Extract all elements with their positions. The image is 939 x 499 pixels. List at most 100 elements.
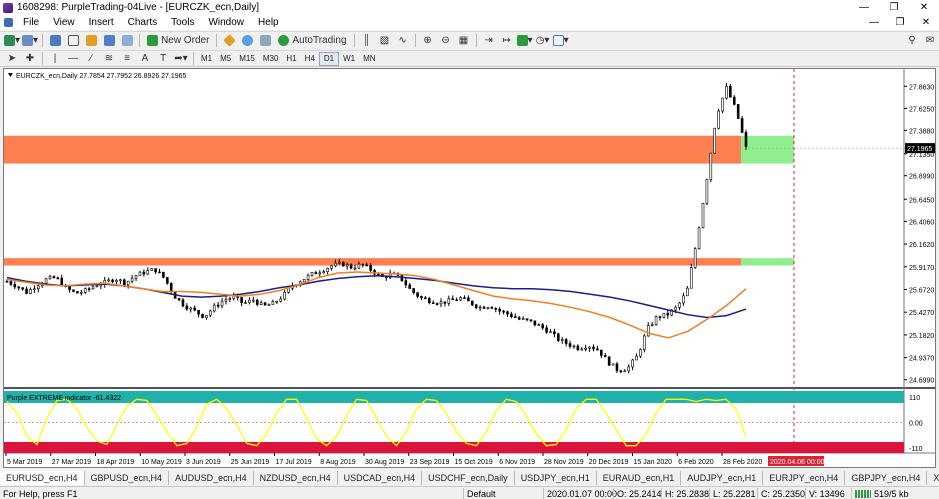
tab-usdchf[interactable]: USDCHF_ecn,Daily: [422, 470, 515, 485]
tab-eurjpy[interactable]: EURJPY_ecn,H4: [763, 470, 846, 485]
templates-icon[interactable]: ▾: [552, 33, 569, 48]
candle-body: [588, 346, 591, 349]
candle-body: [169, 283, 173, 292]
timeframe-h4[interactable]: H4: [301, 52, 319, 66]
tab-gbpusd[interactable]: GBPUSD_ecn,H4: [85, 470, 170, 485]
candle-body: [318, 272, 322, 275]
terminal-icon[interactable]: [101, 33, 117, 48]
line-chart-icon[interactable]: ∿: [395, 33, 411, 48]
tab-gbpjpy[interactable]: GBPJPY_ecn,H4: [845, 470, 928, 485]
tab-audusd[interactable]: AUDUSD_ecn,H4: [169, 470, 254, 485]
tab-euraud[interactable]: EURAUD_ecn,H1: [597, 470, 682, 485]
candle-body: [275, 300, 279, 303]
status-datetime: 2020.01.07 00:00: [543, 488, 617, 499]
candle-body: [451, 298, 455, 301]
price-tick-label: 26.6450: [909, 197, 934, 204]
bar-chart-icon[interactable]: ║: [359, 33, 375, 48]
cursor-icon[interactable]: ➤: [4, 51, 20, 66]
candle-body: [502, 310, 505, 313]
data-window-icon[interactable]: [65, 33, 81, 48]
candle-body: [322, 271, 326, 274]
candle-body: [142, 271, 146, 275]
menu-help[interactable]: Help: [251, 17, 286, 28]
candle-body: [338, 261, 341, 264]
fibonacci-icon[interactable]: ≡: [119, 51, 135, 66]
chat-icon[interactable]: ✉: [922, 33, 938, 48]
chart-window-icon[interactable]: [1, 15, 15, 30]
navigator-icon[interactable]: [83, 33, 99, 48]
menu-file[interactable]: File: [16, 17, 46, 28]
periods-icon[interactable]: ◷▾: [535, 33, 551, 48]
profiles-icon[interactable]: ▾: [22, 33, 38, 48]
candle-body: [560, 339, 564, 341]
mdi-restore-icon[interactable]: ❐: [887, 17, 913, 28]
timeframe-m1[interactable]: M1: [197, 52, 216, 66]
close-icon[interactable]: ✕: [909, 0, 939, 15]
candle-body: [646, 325, 650, 337]
menu-charts[interactable]: Charts: [121, 17, 164, 28]
minimize-icon[interactable]: —: [849, 0, 879, 15]
tab-usdcad[interactable]: USDCAD_ecn,H4: [338, 470, 423, 485]
zoom-out-icon[interactable]: ⊖: [438, 33, 454, 48]
candlestick-icon[interactable]: ▧: [377, 33, 393, 48]
menu-insert[interactable]: Insert: [82, 17, 121, 28]
status-high: H: 25.2838: [661, 488, 709, 499]
label-icon[interactable]: T: [155, 51, 171, 66]
timeframe-m30[interactable]: M30: [259, 52, 283, 66]
tab-audjpy[interactable]: AUDJPY_ecn,H1: [681, 470, 764, 485]
strategy-tester-icon[interactable]: [119, 33, 135, 48]
signals-icon[interactable]: [239, 33, 255, 48]
new-chart-icon[interactable]: ▾: [4, 33, 20, 48]
channel-icon[interactable]: ≋: [101, 51, 117, 66]
zoom-in-icon[interactable]: ⊕: [420, 33, 436, 48]
candle-body: [533, 320, 537, 326]
menu-tools[interactable]: Tools: [164, 17, 201, 28]
candle-body: [259, 302, 263, 305]
tab-nzdusd[interactable]: NZDUSD_ecn,H4: [254, 470, 338, 485]
new-order-button[interactable]: New Order: [144, 33, 212, 48]
standard-toolbar: ▾ ▾ New Order AutoTrading ║ ▧ ∿ ⊕ ⊖ ▦ ⇥ …: [0, 31, 939, 49]
status-connection[interactable]: 519/5 kb: [851, 488, 909, 499]
timeframe-mn[interactable]: MN: [359, 52, 379, 66]
maximize-icon[interactable]: ❐: [879, 0, 909, 15]
trendline-icon[interactable]: ∕: [83, 51, 99, 66]
mdi-minimize-icon[interactable]: —: [861, 17, 887, 28]
timeframe-m15[interactable]: M15: [235, 52, 259, 66]
timeframe-m5[interactable]: M5: [216, 52, 235, 66]
price-tick-label: 24.9370: [909, 356, 934, 363]
candle-body: [729, 86, 732, 98]
timeframe-d1[interactable]: D1: [318, 51, 340, 66]
status-profile[interactable]: Default: [463, 488, 496, 499]
market-watch-icon[interactable]: [47, 33, 63, 48]
price-chart[interactable]: 27.863027.625027.388027.135026.899026.64…: [4, 69, 935, 467]
horizontal-line-icon[interactable]: —: [65, 51, 81, 66]
connection-bars-icon: [855, 489, 871, 498]
candle-body: [744, 132, 748, 147]
timeframe-h1[interactable]: H1: [282, 52, 300, 66]
vps-icon[interactable]: [257, 33, 273, 48]
search-icon[interactable]: ⚲: [904, 33, 920, 48]
tab-eurusd[interactable]: EURUSD_ecn,H4: [0, 470, 85, 485]
candle-body: [615, 363, 619, 372]
crosshair-icon[interactable]: ✚: [22, 51, 38, 66]
menu-view[interactable]: View: [46, 17, 82, 28]
tab-xauusd[interactable]: XAUUSD_ecn,H1: [927, 471, 939, 485]
candle-body: [682, 295, 685, 304]
autotrading-button[interactable]: AutoTrading: [275, 33, 349, 48]
candle-body: [443, 301, 447, 304]
chart-shift-icon[interactable]: ↦: [499, 33, 515, 48]
chart-window[interactable]: 27.8630 27.6250 27.3880 27.1350 26.8990 26.64…: [3, 68, 936, 468]
candle-body: [134, 275, 138, 279]
auto-scroll-icon[interactable]: ⇥: [481, 33, 497, 48]
vertical-line-icon[interactable]: |: [47, 51, 63, 66]
mdi-close-icon[interactable]: ✕: [913, 17, 939, 28]
candle-body: [201, 313, 204, 318]
timeframe-w1[interactable]: W1: [339, 52, 359, 66]
menu-window[interactable]: Window: [201, 17, 251, 28]
arrows-icon[interactable]: ➦▾: [173, 51, 189, 66]
metaeditor-icon[interactable]: [221, 33, 237, 48]
tab-usdjpy[interactable]: USDJPY_ecn,H1: [515, 470, 597, 485]
tile-windows-icon[interactable]: ▦: [456, 33, 472, 48]
indicators-icon[interactable]: ▾: [516, 33, 533, 48]
text-icon[interactable]: A: [137, 51, 153, 66]
